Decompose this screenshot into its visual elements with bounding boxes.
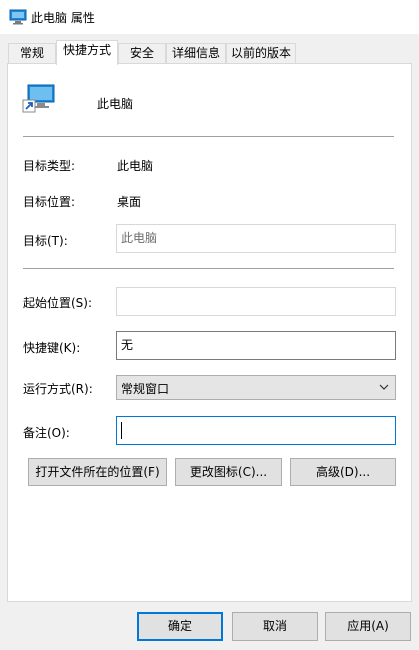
target-type-value: 此电脑 xyxy=(117,159,154,173)
button-label: 应用(A) xyxy=(347,619,389,633)
start-in-field[interactable] xyxy=(116,287,396,316)
run-select-value: 常规窗口 xyxy=(121,382,170,396)
apply-button[interactable]: 应用(A) xyxy=(325,612,411,641)
tab-security[interactable]: 安全 xyxy=(118,43,166,63)
tab-shortcut[interactable]: 快捷方式 xyxy=(56,40,118,65)
open-file-location-button[interactable]: 打开文件所在的位置(F) xyxy=(28,458,167,486)
button-label: 高级(D)... xyxy=(315,465,371,479)
comment-field[interactable] xyxy=(116,416,396,445)
run-select[interactable]: 常规窗口 xyxy=(116,375,396,400)
tab-strip: 常规 快捷方式 安全 详细信息 以前的版本 xyxy=(0,40,419,65)
tab-general[interactable]: 常规 xyxy=(8,43,56,63)
advanced-button[interactable]: 高级(D)... xyxy=(290,458,396,486)
text-caret xyxy=(121,422,122,439)
target-label: 目标(T): xyxy=(23,234,68,248)
tab-label: 详细信息 xyxy=(171,46,220,60)
shortcut-name: 此电脑 xyxy=(97,97,134,111)
tab-previous-versions[interactable]: 以前的版本 xyxy=(226,43,296,63)
target-type-label: 目标类型: xyxy=(23,159,76,173)
comment-label: 备注(O): xyxy=(23,426,70,440)
computer-shortcut-icon xyxy=(22,84,55,113)
tab-label: 以前的版本 xyxy=(230,46,291,60)
divider xyxy=(23,136,394,137)
target-location-value: 桌面 xyxy=(117,195,142,209)
computer-shortcut-icon xyxy=(9,9,27,25)
window-title: 此电脑 属性 xyxy=(31,11,95,25)
button-label: 确定 xyxy=(167,619,192,633)
target-location-label: 目标位置: xyxy=(23,195,76,209)
shortcut-key-value: 无 xyxy=(121,338,134,352)
tab-label: 常规 xyxy=(19,46,44,60)
change-icon-button[interactable]: 更改图标(C)... xyxy=(175,458,282,486)
tab-details[interactable]: 详细信息 xyxy=(166,43,226,63)
title-bar: 此电脑 属性 xyxy=(0,0,419,34)
shortcut-key-label: 快捷键(K): xyxy=(23,341,81,355)
button-label: 打开文件所在的位置(F) xyxy=(35,465,160,479)
button-label: 更改图标(C)... xyxy=(189,465,268,479)
button-label: 取消 xyxy=(262,619,287,633)
target-field-value: 此电脑 xyxy=(121,231,158,245)
divider xyxy=(23,268,394,269)
ok-button[interactable]: 确定 xyxy=(137,612,223,641)
target-field[interactable]: 此电脑 xyxy=(116,224,396,253)
cancel-button[interactable]: 取消 xyxy=(232,612,318,641)
start-in-label: 起始位置(S): xyxy=(23,296,93,310)
tab-label: 快捷方式 xyxy=(62,43,111,57)
run-label: 运行方式(R): xyxy=(23,382,93,396)
shortcut-key-field[interactable]: 无 xyxy=(116,331,396,360)
tab-label: 安全 xyxy=(129,46,154,60)
chevron-down-icon xyxy=(379,384,389,390)
